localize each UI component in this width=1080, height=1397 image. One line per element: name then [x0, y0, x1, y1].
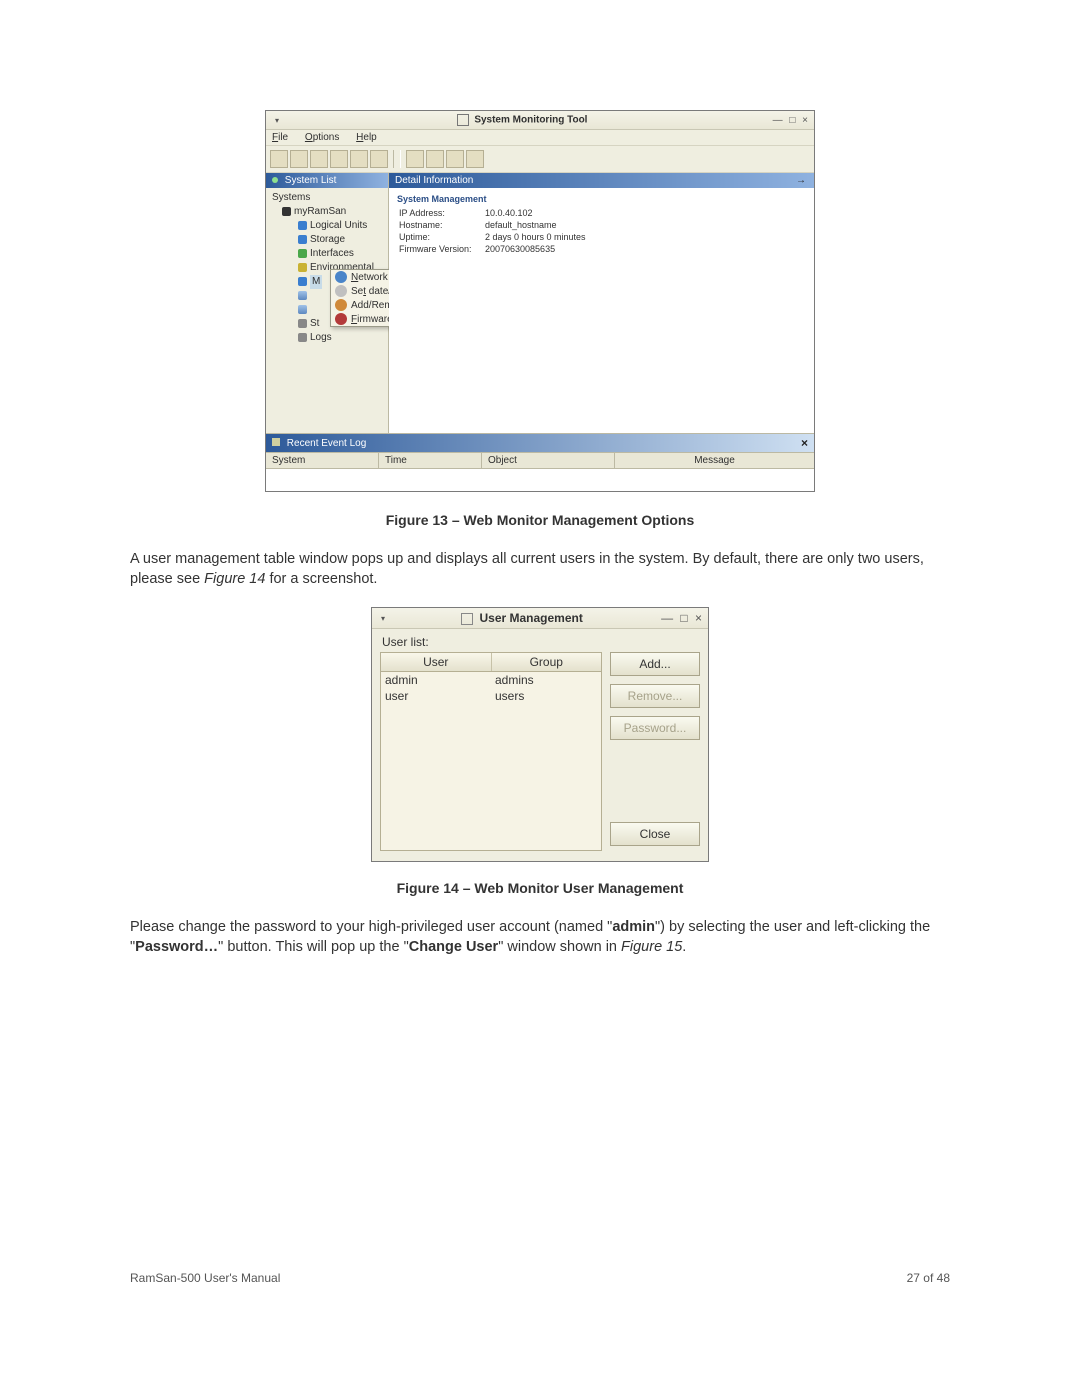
app-icon	[461, 613, 473, 625]
window-title: User Management	[390, 611, 654, 625]
detail-table: IP Address:10.0.40.102 Hostname:default_…	[397, 206, 594, 256]
window-menu-icon[interactable]: ▾	[376, 614, 390, 623]
tree-item-interfaces[interactable]: Interfaces	[272, 247, 385, 261]
toolbar	[266, 146, 814, 173]
toolbar-btn-3[interactable]	[310, 150, 328, 168]
toolbar-btn-6[interactable]	[370, 150, 388, 168]
log-icon	[272, 438, 280, 446]
node-icon	[282, 207, 291, 216]
toolbar-btn-1[interactable]	[270, 150, 288, 168]
detail-body: System Management IP Address:10.0.40.102…	[389, 188, 814, 262]
tree-node-myramsan[interactable]: myRamSan	[272, 205, 385, 219]
window-menu-icon[interactable]: ▾	[270, 116, 284, 125]
toolbar-btn-10[interactable]	[466, 150, 484, 168]
page-footer: RamSan-500 User's Manual 27 of 48	[130, 1271, 950, 1285]
menubar: File Options Help	[266, 130, 814, 146]
clock-icon	[335, 285, 347, 297]
window-controls[interactable]: — □ ×	[760, 115, 810, 126]
col-user[interactable]: User	[381, 653, 492, 671]
col-object[interactable]: Object	[482, 453, 615, 468]
system-list-title: System List	[266, 173, 388, 188]
user-list[interactable]: User Group adminadmins userusers	[380, 652, 602, 851]
event-log-headers: System Time Object Message	[266, 452, 814, 469]
toolbar-btn-8[interactable]	[426, 150, 444, 168]
user-list-headers: User Group	[380, 652, 602, 671]
main-area: System List Systems myRamSan Logical Uni…	[266, 173, 814, 434]
col-time[interactable]: Time	[379, 453, 482, 468]
close-button[interactable]: Close	[610, 822, 700, 846]
user-management-window: ▾ User Management — □ × User list: User …	[371, 607, 709, 862]
window-title: System Monitoring Tool	[284, 114, 760, 126]
col-system[interactable]: System	[266, 453, 379, 468]
window-title-text: System Monitoring Tool	[474, 115, 587, 126]
footer-left: RamSan-500 User's Manual	[130, 1271, 280, 1285]
remove-button[interactable]: Remove...	[610, 684, 700, 708]
menu-options[interactable]: Options	[305, 132, 339, 143]
user-list-rows[interactable]: adminadmins userusers	[380, 671, 602, 851]
fig13-titlebar: ▾ System Monitoring Tool — □ ×	[266, 111, 814, 130]
users-icon	[335, 299, 347, 311]
globe-icon	[335, 271, 347, 283]
toolbar-btn-9[interactable]	[446, 150, 464, 168]
toolbar-btn-4[interactable]	[330, 150, 348, 168]
add-button[interactable]: Add...	[610, 652, 700, 676]
user-list-label: User list:	[380, 633, 700, 652]
app-icon	[457, 114, 469, 126]
tree-item-logical-units[interactable]: Logical Units	[272, 219, 385, 233]
menu-file[interactable]: File	[272, 132, 288, 143]
fig14-titlebar: ▾ User Management — □ ×	[372, 608, 708, 629]
paragraph-1: A user management table window pops up a…	[130, 550, 950, 589]
paragraph-2: Please change the password to your high-…	[130, 918, 950, 957]
tree-item-storage[interactable]: Storage	[272, 233, 385, 247]
close-icon[interactable]: ×	[801, 436, 808, 450]
event-log-body	[266, 469, 814, 491]
password-button[interactable]: Password...	[610, 716, 700, 740]
detail-pane: Detail Information → System Management I…	[389, 173, 814, 433]
col-group[interactable]: Group	[492, 653, 602, 671]
tree-item-logs[interactable]: Logs	[272, 331, 385, 345]
system-monitoring-tool-window: ▾ System Monitoring Tool — □ × File Opti…	[265, 110, 815, 492]
toolbar-btn-7[interactable]	[406, 150, 424, 168]
col-message[interactable]: Message	[615, 453, 814, 468]
toolbar-btn-2[interactable]	[290, 150, 308, 168]
detail-title: Detail Information →	[389, 173, 814, 188]
detail-heading: System Management	[397, 194, 806, 204]
user-row-user[interactable]: userusers	[381, 688, 601, 704]
status-dot-icon	[272, 177, 278, 183]
toolbar-btn-5[interactable]	[350, 150, 368, 168]
window-controls[interactable]: — □ ×	[654, 611, 704, 625]
footer-right: 27 of 48	[907, 1271, 950, 1285]
recent-event-log-bar: Recent Event Log ×	[266, 434, 814, 452]
tree-root[interactable]: Systems	[272, 191, 385, 205]
system-list-pane: System List Systems myRamSan Logical Uni…	[266, 173, 389, 433]
figure-14-caption: Figure 14 – Web Monitor User Management	[130, 880, 950, 896]
expand-icon[interactable]: →	[796, 175, 806, 186]
figure-13-caption: Figure 13 – Web Monitor Management Optio…	[130, 512, 950, 528]
firmware-icon	[335, 313, 347, 325]
user-row-admin[interactable]: adminadmins	[381, 672, 601, 688]
menu-help[interactable]: Help	[356, 132, 377, 143]
